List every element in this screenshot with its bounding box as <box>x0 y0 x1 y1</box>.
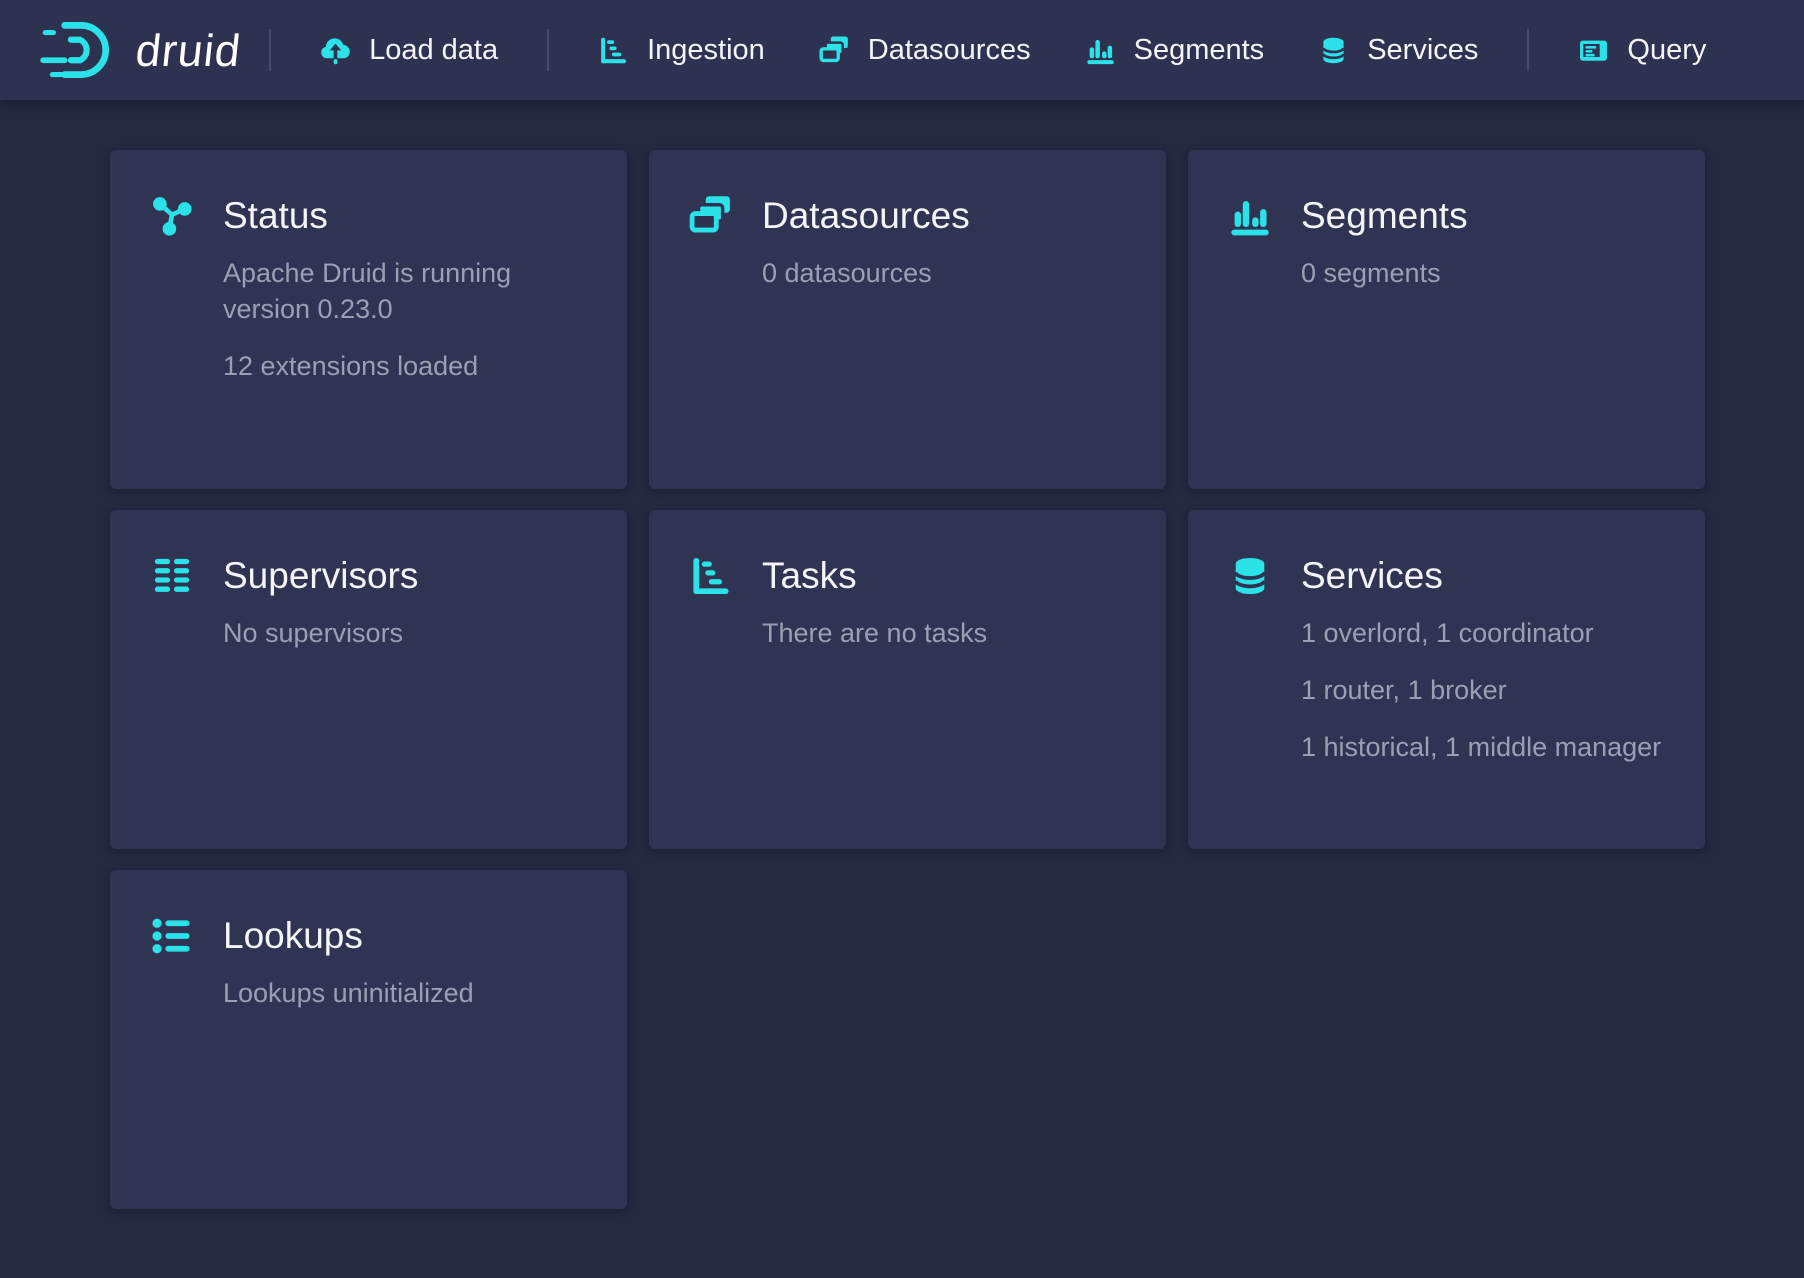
card-title: Lookups <box>223 915 363 958</box>
navbar-menu: Load data Ingestion Datasources Segments… <box>293 0 1733 100</box>
gantt-chart-icon <box>598 35 629 66</box>
card-title: Status <box>223 195 328 238</box>
nav-item-ingestion[interactable]: Ingestion <box>571 0 792 100</box>
status-extensions-text: 12 extensions loaded <box>223 348 587 384</box>
card-datasources[interactable]: Datasources 0 datasources <box>649 150 1166 489</box>
grouped-bar-chart-icon <box>1085 35 1116 66</box>
nav-item-label: Load data <box>369 34 498 67</box>
nav-item-load-data[interactable]: Load data <box>293 0 525 100</box>
brand-name: druid <box>134 28 250 73</box>
card-supervisors[interactable]: Supervisors No supervisors <box>110 510 627 849</box>
nav-item-datasources[interactable]: Datasources <box>792 0 1058 100</box>
nav-item-query[interactable]: Query <box>1551 0 1733 100</box>
database-icon <box>1228 554 1272 598</box>
gantt-chart-icon <box>689 554 733 598</box>
druid-logo-icon <box>38 21 118 79</box>
properties-icon <box>150 914 194 958</box>
nav-item-services[interactable]: Services <box>1291 0 1505 100</box>
card-body: No supervisors <box>223 615 587 651</box>
card-title: Supervisors <box>223 555 418 598</box>
home-card-grid: Status Apache Druid is running version 0… <box>110 150 1804 1209</box>
card-body: 0 datasources <box>762 255 1126 291</box>
navbar: druid Load data Ingestion Datasources Se… <box>0 0 1804 100</box>
list-columns-icon <box>150 554 194 598</box>
lookups-status-text: Lookups uninitialized <box>223 975 587 1011</box>
graph-icon <box>150 194 194 238</box>
card-title: Segments <box>1301 195 1468 238</box>
nav-item-segments[interactable]: Segments <box>1058 0 1292 100</box>
navbar-divider <box>269 29 271 71</box>
grouped-bar-chart-icon <box>1228 194 1272 238</box>
card-body: Apache Druid is running version 0.23.0 1… <box>223 255 587 384</box>
nav-item-label: Query <box>1627 34 1706 67</box>
card-body: There are no tasks <box>762 615 1126 651</box>
nav-item-label: Services <box>1367 34 1478 67</box>
card-title: Datasources <box>762 195 970 238</box>
nav-item-label: Segments <box>1134 34 1265 67</box>
navbar-divider <box>1527 29 1529 71</box>
nav-item-label: Datasources <box>868 34 1031 67</box>
nav-item-label: Ingestion <box>647 34 765 67</box>
multi-select-icon <box>689 194 733 238</box>
navbar-divider <box>547 29 549 71</box>
database-icon <box>1318 35 1349 66</box>
services-line: 1 router, 1 broker <box>1301 672 1665 708</box>
card-title: Tasks <box>762 555 857 598</box>
services-line: 1 overlord, 1 coordinator <box>1301 615 1665 651</box>
status-running-text: Apache Druid is running version 0.23.0 <box>223 255 587 327</box>
card-body: 1 overlord, 1 coordinator 1 router, 1 br… <box>1301 615 1665 765</box>
cloud-upload-icon <box>320 35 351 66</box>
card-services[interactable]: Services 1 overlord, 1 coordinator 1 rou… <box>1188 510 1705 849</box>
supervisors-count-text: No supervisors <box>223 615 587 651</box>
multi-select-icon <box>819 35 850 66</box>
tasks-count-text: There are no tasks <box>762 615 1126 651</box>
card-segments[interactable]: Segments 0 segments <box>1188 150 1705 489</box>
card-body: 0 segments <box>1301 255 1665 291</box>
services-line: 1 historical, 1 middle manager <box>1301 729 1665 765</box>
segments-count-text: 0 segments <box>1301 255 1665 291</box>
application-text-icon <box>1578 35 1609 66</box>
card-tasks[interactable]: Tasks There are no tasks <box>649 510 1166 849</box>
card-body: Lookups uninitialized <box>223 975 587 1011</box>
card-status[interactable]: Status Apache Druid is running version 0… <box>110 150 627 489</box>
card-title: Services <box>1301 555 1443 598</box>
card-lookups[interactable]: Lookups Lookups uninitialized <box>110 870 627 1209</box>
datasources-count-text: 0 datasources <box>762 255 1126 291</box>
brand[interactable]: druid <box>38 21 247 79</box>
